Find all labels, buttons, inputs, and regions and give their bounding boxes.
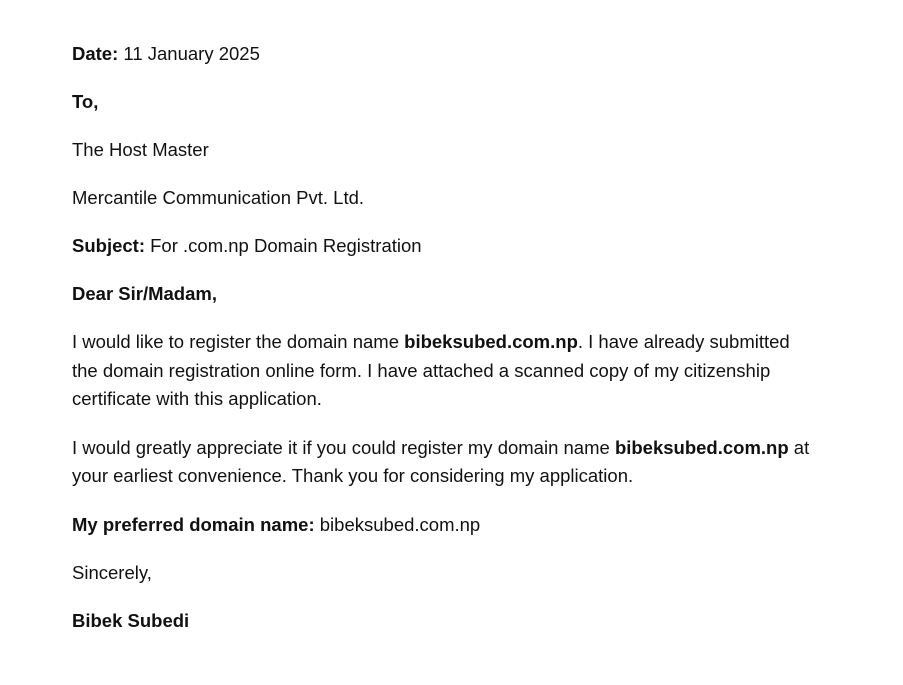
paragraph-1-line-3: certificate with this application.: [72, 388, 322, 409]
salutation: Dear Sir/Madam,: [72, 283, 217, 304]
paragraph-2-text-a: I would greatly appreciate it if you cou…: [72, 436, 615, 458]
paragraph-2-line-2: your earliest convenience. Thank you for…: [72, 465, 634, 486]
preferred-domain-value: bibeksubed.com.np: [319, 513, 481, 535]
paragraph-2-line-1: I would greatly appreciate it if you cou…: [72, 434, 862, 463]
body-paragraph-1: I would like to register the domain name…: [72, 328, 862, 414]
paragraph-1-domain: bibeksubed.com.np: [404, 331, 578, 352]
paragraph-2-text-b: at: [788, 436, 810, 458]
recipient-organization: Mercantile Communication Pvt. Ltd.: [72, 187, 365, 208]
body-paragraph-2: I would greatly appreciate it if you cou…: [72, 434, 862, 491]
to-line: To,: [72, 91, 99, 112]
subject-value: For .com.np Domain Registration: [150, 235, 422, 256]
signature: Bibek Subedi: [72, 609, 190, 631]
paragraph-1-text-b: . I have already submitted: [577, 331, 790, 352]
paragraph-1-line-2: the domain registration online form. I h…: [72, 359, 771, 381]
date-line: Date: 11 January 2025: [72, 40, 862, 68]
recipient-title: The Host Master: [72, 139, 209, 160]
letter-page: Date: 11 January 2025 To, The Host Maste…: [72, 40, 862, 655]
preferred-domain-line: My preferred domain name: bibeksubed.com…: [72, 511, 862, 539]
paragraph-1-line-1: I would like to register the domain name…: [72, 328, 862, 357]
preferred-domain-label: My preferred domain name:: [72, 513, 315, 535]
subject-label: Subject:: [72, 235, 145, 256]
paragraph-2-domain: bibeksubed.com.np: [614, 436, 789, 458]
subject-line: Subject: For .com.np Domain Registration: [72, 232, 862, 260]
closing: Sincerely,: [72, 561, 152, 583]
date-value: 11 January 2025: [123, 43, 260, 64]
date-label: Date:: [72, 43, 119, 64]
paragraph-1-text-a: I would like to register the domain name: [72, 331, 405, 352]
